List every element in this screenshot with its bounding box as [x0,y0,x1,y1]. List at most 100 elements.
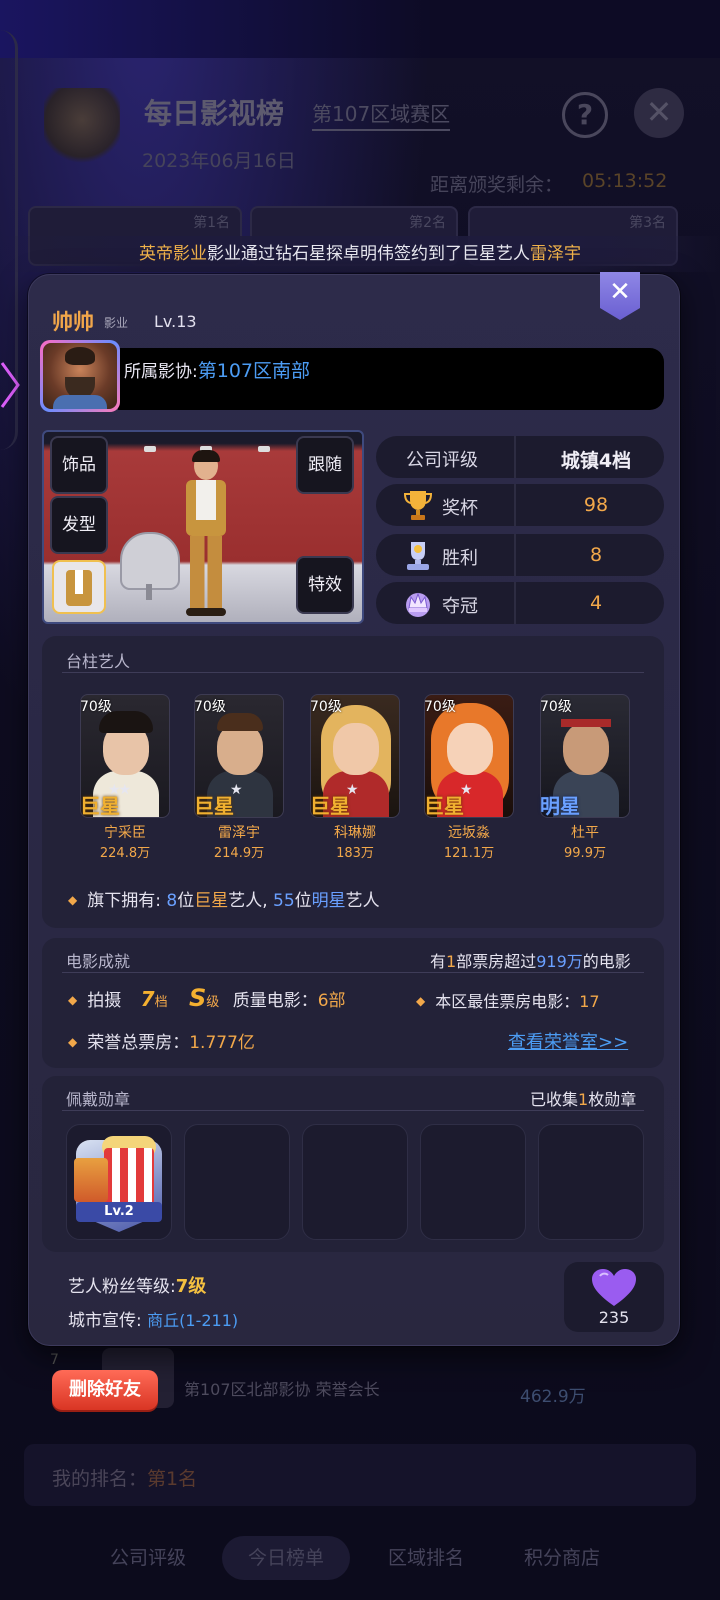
diamond-bullet-icon: ◆ [68,893,78,907]
leaderboard-date: 2023年06月16日 [142,150,296,172]
my-rank-value: 第1名 [147,1468,198,1490]
section-title: 电影成就 [66,952,131,971]
hair-button[interactable]: 发型 [50,496,108,554]
stat-label: 奖杯 [442,498,478,519]
owned-artists-summary: ◆ 旗下拥有: 8位巨星艺人, 55位明星艺人 [68,891,380,911]
heart-icon [592,1269,636,1306]
tab-today-list[interactable]: 今日榜单 [222,1536,350,1580]
artist-fans: 214.9万 [213,846,265,861]
view-honor-room-link[interactable]: 查看荣誉室>> [508,1028,628,1054]
artist-name: 宁采臣 [104,825,146,841]
artist-name: 杜平 [571,825,599,841]
tab-company-rating[interactable]: 公司评级 [84,1536,212,1580]
trophy-icon [403,491,433,520]
zone-link[interactable]: 第107区域赛区 [312,98,451,131]
city-promotion: 城市宣传: 商丘(1-211) [68,1311,239,1331]
my-rank-bar: 我的排名：第1名 [24,1444,696,1506]
artist-tier: 巨星 [194,794,234,818]
stat-value: 8 [589,544,603,566]
artist-name: 科琳娜 [334,825,376,841]
fan-level: 艺人粉丝等级:7级 [68,1276,207,1297]
association-label: 所属影协:第107区南部 [124,356,310,383]
status-bar-area [0,0,720,58]
artist-tier: 巨星 [310,794,350,818]
stat-value: 98 [583,494,609,516]
side-glow-icon [0,362,20,408]
countdown-value: 05:13:52 [582,170,668,192]
artist-card[interactable]: 70级 ★ 巨星 远坂淼 121.1万 [424,694,514,864]
badge-slot[interactable] [538,1124,644,1240]
artist-level: 70级 [424,699,456,715]
artist-tier: 巨星 [80,794,120,818]
notification-banner: 英帝影业影业通过钻石星探卓明伟签约到了巨星艺人雷泽宇 [0,236,720,272]
box-office-summary: 有1部票房超过919万的电影 [430,952,631,971]
artist-card[interactable]: 70级 明星 杜平 99.9万 [540,694,630,864]
accessory-button[interactable]: 饰品 [50,436,108,494]
diamond-bullet-icon: ◆ [416,994,426,1008]
character-model [176,450,236,620]
my-rank-label: 我的排名： [52,1468,148,1490]
artist-fans: 224.8万 [99,846,151,861]
artist-card[interactable]: 70级 ★ 巨星 雷泽宇 214.9万 [194,694,284,864]
artist-name: 远坂淼 [448,825,490,841]
badge-slot[interactable] [184,1124,290,1240]
row-text: 第107区北部影协 荣誉会长 [184,1380,380,1399]
stat-company-rating: 公司评级 城镇4档 [376,436,664,478]
effect-button[interactable]: 特效 [296,556,354,614]
artist-tier: 巨星 [424,794,464,818]
artist-name: 雷泽宇 [218,825,260,841]
artist-fans: 99.9万 [564,846,606,861]
outfit-thumbnail[interactable] [52,560,106,614]
banner-company: 英帝影业 [139,244,207,264]
stat-value: 城镇4档 [560,450,632,472]
shooting-grade: ◆ 拍摄 7档 S级 质量电影：6部 [68,984,346,1012]
artist-tier: 明星 [540,794,580,818]
stat-trophy: 奖杯 98 [376,484,664,526]
artist-level: 70级 [194,699,226,715]
bottom-tab-bar: 公司评级 今日榜单 区域排名 积分商店 [0,1506,720,1600]
banner-artist: 雷泽宇 [530,244,581,264]
crown-icon [406,592,430,617]
close-leaderboard-icon[interactable]: ✕ [634,88,684,138]
follow-button[interactable]: 跟随 [296,436,354,494]
stat-win: 胜利 8 [376,534,664,576]
chair [120,532,180,590]
artist-card[interactable]: 70级 ★ 巨星 科琳娜 183万 [310,694,400,864]
association-value[interactable]: 第107区南部 [198,360,310,382]
like-button[interactable]: 235 [564,1262,664,1332]
help-icon[interactable]: ? [562,92,608,138]
honor-box-office: ◆ 荣誉总票房：1.777亿 [68,1033,255,1053]
artist-card[interactable]: 70级 ★★ 巨星 宁采臣 224.8万 [80,694,170,864]
player-name: 帅帅 [52,310,94,334]
artist-fans: 183万 [336,846,374,861]
badge-level: Lv.2 [76,1202,162,1222]
popcorn-badge-icon[interactable]: Lv.2 [70,1134,168,1238]
city-link[interactable]: 商丘(1-211) [147,1311,238,1330]
artist-fans: 121.1万 [443,846,495,861]
artist-level: 70级 [540,699,572,715]
badge-slot[interactable] [302,1124,408,1240]
artist-level: 70级 [80,699,112,715]
section-title: 佩戴勋章 [66,1090,131,1109]
diamond-bullet-icon: ◆ [68,993,78,1007]
player-name-suffix: 影业 [104,316,129,330]
tab-zone-rank[interactable]: 区域排名 [362,1536,490,1580]
delete-friend-button[interactable]: 删除好友 [52,1370,158,1410]
trophy-icon [44,88,120,168]
avatar[interactable] [40,340,120,412]
tab-points-shop[interactable]: 积分商店 [498,1536,626,1580]
badge-slot[interactable] [420,1124,526,1240]
diamond-bullet-icon: ◆ [68,1035,78,1049]
stat-label: 公司评级 [406,450,478,471]
avatar-portrait [43,343,117,409]
countdown-label: 距离颁奖剩余： [430,174,564,196]
stat-label: 胜利 [442,548,478,569]
association-label-text: 所属影协: [124,362,198,382]
row-value: 462.9万 [520,1387,586,1407]
best-box-office: ◆ 本区最佳票房电影：17 [416,992,600,1011]
stat-champion: 夺冠 4 [376,582,664,624]
artist-level: 70级 [310,699,342,715]
section-title: 台柱艺人 [66,652,131,671]
badge-collected: 已收集1枚勋章 [530,1090,637,1109]
banner-text: 影业通过钻石星探卓明伟签约到了巨星艺人 [207,244,530,264]
